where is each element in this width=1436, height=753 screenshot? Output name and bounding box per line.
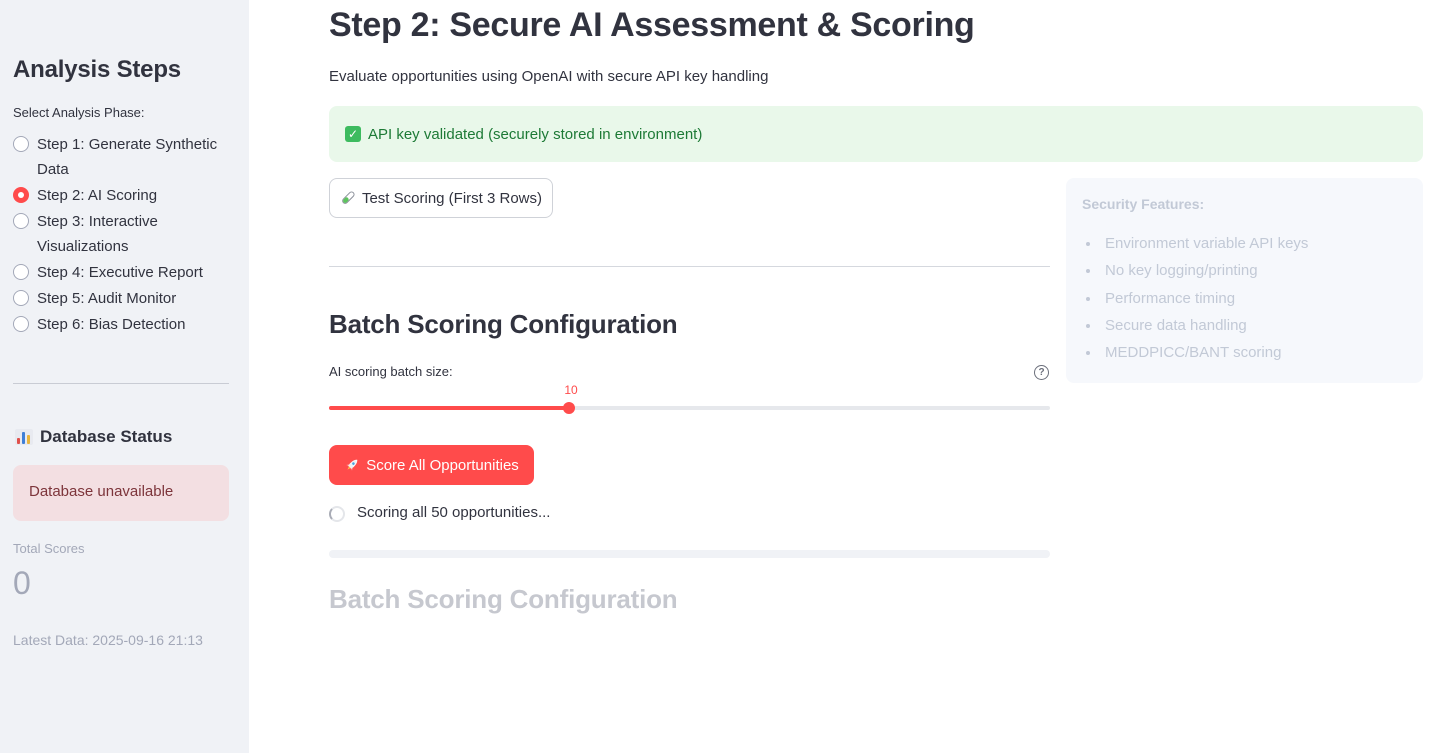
spinner-text: Scoring all 50 opportunities... [357, 504, 551, 521]
batch-size-slider-fill [329, 406, 570, 410]
radio-step-6[interactable]: Step 6: Bias Detection [13, 312, 238, 337]
radio-circle-icon[interactable] [13, 136, 29, 152]
radio-step-6-label: Step 6: Bias Detection [37, 316, 186, 333]
score-all-button[interactable]: Score All Opportunities [329, 445, 534, 485]
radio-step-2[interactable]: Step 2: AI Scoring [13, 183, 238, 208]
radio-circle-icon[interactable] [13, 213, 29, 229]
security-features-panel: Security Features: Environment variable … [1066, 178, 1423, 383]
radio-step-1[interactable]: Step 1: Generate Synthetic Data [13, 132, 238, 182]
security-feature-item: MEDDPICC/BANT scoring [1082, 339, 1407, 366]
test-scoring-button-label: Test Scoring (First 3 Rows) [361, 189, 543, 207]
database-error-alert: Database unavailable [13, 465, 229, 521]
sidebar-title: Analysis Steps [13, 56, 181, 83]
database-status-header: Database Status [15, 427, 172, 447]
page-title: Step 2: Secure AI Assessment & Scoring [329, 6, 975, 44]
scoring-progress-bar [329, 550, 1050, 558]
radio-step-4[interactable]: Step 4: Executive Report [13, 260, 238, 285]
success-alert-text: API key validated (securely stored in en… [368, 125, 703, 143]
batch-scoring-title: Batch Scoring Configuration [329, 309, 678, 339]
bar-chart-icon [15, 429, 33, 445]
page-subtitle: Evaluate opportunities using OpenAI with… [329, 68, 769, 85]
test-tube-icon [342, 191, 355, 204]
radio-step-5-label: Step 5: Audit Monitor [37, 290, 177, 307]
faded-batch-scoring-title: Batch Scoring Configuration [329, 584, 678, 614]
help-icon[interactable]: ? [1034, 365, 1049, 380]
radio-step-1-label: Step 1: Generate Synthetic Data [37, 136, 218, 178]
phase-select-label: Select Analysis Phase: [13, 105, 145, 120]
batch-size-slider-track[interactable] [329, 406, 1050, 410]
score-all-button-label: Score All Opportunities [366, 456, 519, 474]
security-feature-item: Performance timing [1082, 285, 1407, 312]
sidebar: Analysis Steps Select Analysis Phase: St… [0, 0, 249, 753]
batch-size-label: AI scoring batch size: [329, 364, 453, 379]
batch-size-slider-thumb[interactable] [563, 402, 575, 414]
radio-circle-icon[interactable] [13, 264, 29, 280]
radio-step-3-label: Step 3: Interactive Visualizations [37, 213, 158, 255]
latest-data-text: Latest Data: 2025-09-16 21:13 [13, 632, 203, 648]
security-feature-item: Secure data handling [1082, 312, 1407, 339]
rocket-icon [346, 459, 358, 471]
total-scores-value: 0 [13, 565, 31, 601]
radio-circle-icon[interactable] [13, 290, 29, 306]
section-divider [329, 266, 1050, 267]
analysis-phase-radio-group: Step 1: Generate Synthetic Data Step 2: … [13, 132, 238, 338]
security-feature-item: No key logging/printing [1082, 257, 1407, 284]
radio-step-3[interactable]: Step 3: Interactive Visualizations [13, 209, 238, 259]
total-scores-label: Total Scores [13, 541, 85, 556]
check-mark-icon: ✓ [345, 126, 361, 142]
api-key-success-alert: ✓ API key validated (securely stored in … [329, 106, 1423, 162]
test-scoring-button[interactable]: Test Scoring (First 3 Rows) [329, 178, 553, 218]
security-features-title: Security Features: [1082, 196, 1205, 212]
radio-selected-icon[interactable] [13, 187, 29, 203]
database-status-title: Database Status [40, 427, 173, 446]
loading-spinner-icon [329, 506, 345, 522]
radio-circle-icon[interactable] [13, 316, 29, 332]
radio-step-5[interactable]: Step 5: Audit Monitor [13, 286, 238, 311]
radio-step-4-label: Step 4: Executive Report [37, 264, 203, 281]
security-features-list: Environment variable API keys No key log… [1082, 230, 1407, 366]
security-feature-item: Environment variable API keys [1082, 230, 1407, 257]
main-content: Step 2: Secure AI Assessment & Scoring E… [249, 0, 1436, 753]
sidebar-divider [13, 383, 229, 384]
batch-size-value: 10 [564, 383, 578, 397]
radio-step-2-label: Step 2: AI Scoring [37, 187, 158, 204]
